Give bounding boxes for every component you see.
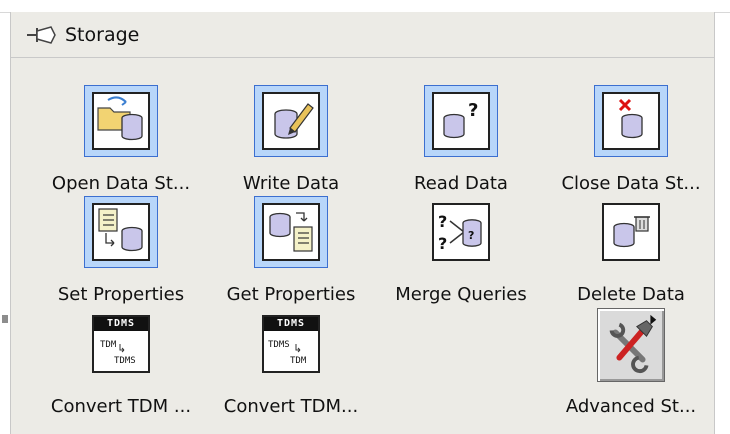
- palette-title: Storage: [65, 23, 140, 46]
- item-label: Merge Queries: [395, 284, 527, 305]
- set-properties-icon: [98, 208, 143, 252]
- svg-text:TDMS: TDMS: [114, 356, 136, 366]
- delete-data-item[interactable]: Delete Data: [556, 196, 706, 308]
- window-edge-mark: [2, 315, 8, 323]
- open-data-storage-icon: [97, 96, 143, 141]
- svg-text:?: ?: [468, 100, 478, 121]
- svg-text:?: ?: [468, 229, 474, 242]
- convert-tdm-to-tdms-icon: TDM TDMS: [100, 340, 136, 366]
- palette-title-bar: Storage: [11, 12, 714, 58]
- item-label: Read Data: [414, 173, 508, 194]
- svg-text:?: ?: [438, 234, 447, 253]
- convert-tdms-to-tdm-item[interactable]: TDMS TDMS TDM Convert TDM...: [216, 308, 366, 420]
- item-label: Get Properties: [226, 284, 356, 305]
- svg-text:TDMS: TDMS: [268, 340, 290, 350]
- item-label: Close Data St...: [561, 173, 701, 194]
- item-label: Advanced St...: [565, 396, 697, 417]
- get-properties-icon: [269, 212, 313, 252]
- close-data-storage-icon: [618, 98, 643, 139]
- merge-queries-item[interactable]: ? ? ? Merge Queries: [386, 196, 536, 308]
- close-data-storage-item[interactable]: Close Data St...: [556, 85, 706, 197]
- get-properties-item[interactable]: Get Properties: [216, 196, 366, 308]
- read-data-icon: ?: [443, 100, 478, 139]
- svg-text:?: ?: [438, 212, 447, 231]
- write-data-item[interactable]: Write Data: [216, 85, 366, 197]
- item-label: Open Data St...: [51, 173, 191, 194]
- item-label: Convert TDM...: [223, 396, 359, 417]
- delete-data-icon: [613, 216, 650, 248]
- item-label: Set Properties: [57, 284, 185, 305]
- storage-palette: Storage Open Data St... Write Data ? Rea…: [10, 12, 715, 434]
- item-label: Write Data: [242, 173, 340, 194]
- svg-text:TDM: TDM: [100, 340, 117, 350]
- advanced-storage-icon: [609, 314, 657, 373]
- svg-text:TDM: TDM: [290, 356, 307, 366]
- convert-tdms-to-tdm-icon: TDMS TDM: [268, 340, 307, 366]
- item-label: Convert TDM ...: [50, 396, 192, 417]
- set-properties-item[interactable]: Set Properties: [46, 196, 196, 308]
- open-data-storage-item[interactable]: Open Data St...: [46, 85, 196, 197]
- convert-tdm-to-tdms-item[interactable]: TDMS TDM TDMS Convert TDM ...: [46, 308, 196, 420]
- write-data-icon: [274, 103, 314, 139]
- pin-icon[interactable]: [25, 23, 59, 47]
- item-label: Delete Data: [577, 284, 685, 305]
- read-data-item[interactable]: ? Read Data: [386, 85, 536, 197]
- advanced-storage-item[interactable]: Advanced St...: [556, 308, 706, 420]
- merge-queries-icon: ? ? ?: [438, 212, 482, 253]
